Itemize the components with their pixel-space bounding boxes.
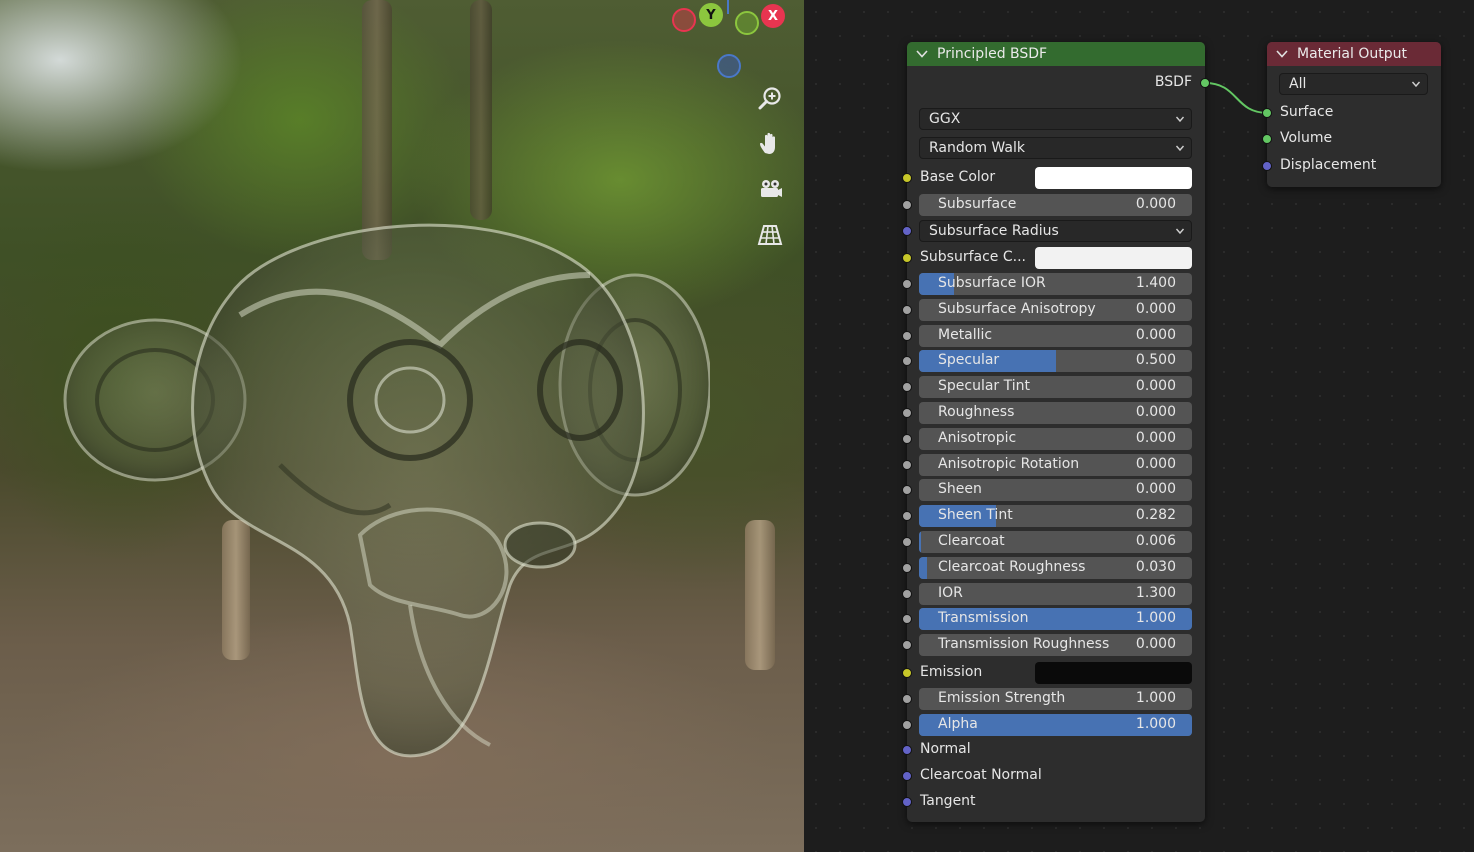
subsurface-anisotropy-socket[interactable]: [902, 305, 912, 315]
sheen-socket[interactable]: [902, 485, 912, 495]
background-wooden-post: [745, 520, 775, 670]
emission-strength-field[interactable]: Emission Strength 1.000: [919, 688, 1192, 710]
clearcoat-normal-label: Clearcoat Normal: [920, 767, 1042, 783]
principled-bsdf-header[interactable]: Principled BSDF: [907, 42, 1205, 66]
shader-node-editor[interactable]: Principled BSDF BSDF GGX Random Walk Bas…: [804, 0, 1474, 852]
gizmo-x-axis[interactable]: X: [761, 4, 785, 28]
tangent-label: Tangent: [920, 793, 976, 809]
metallic-field[interactable]: Metallic 0.000: [919, 325, 1192, 347]
subsurface-color-label: Subsurface C...: [920, 249, 1026, 265]
camera-icon: [761, 180, 782, 197]
displacement-input-label: Displacement: [1280, 157, 1377, 173]
pan-button[interactable]: [750, 124, 790, 164]
gizmo-z-axis-line: [727, 0, 729, 14]
base-color-label: Base Color: [920, 169, 996, 185]
emission-strength-socket[interactable]: [902, 694, 912, 704]
surface-input-socket[interactable]: [1262, 108, 1272, 118]
anisotropic-socket[interactable]: [902, 434, 912, 444]
subsurface-radius-socket[interactable]: [902, 226, 912, 236]
alpha-field[interactable]: Alpha 1.000: [919, 714, 1192, 736]
subsurface-ior-socket[interactable]: [902, 279, 912, 289]
specular-tint-field[interactable]: Specular Tint 0.000: [919, 376, 1192, 398]
output-target-dropdown[interactable]: All: [1279, 73, 1428, 95]
subsurface-method-dropdown[interactable]: Random Walk: [919, 137, 1192, 159]
alpha-socket[interactable]: [902, 720, 912, 730]
normal-label: Normal: [920, 741, 971, 757]
base-color-swatch[interactable]: [1035, 167, 1192, 189]
gizmo-neg-x-axis[interactable]: [672, 8, 696, 32]
sheen-tint-field[interactable]: Sheen Tint 0.282: [919, 505, 1192, 527]
subsurface-ior-field[interactable]: Subsurface IOR 1.400: [919, 273, 1192, 295]
bsdf-output-label: BSDF: [1154, 74, 1192, 90]
transmission-socket[interactable]: [902, 614, 912, 624]
sheen-tint-socket[interactable]: [902, 511, 912, 521]
subsurface-color-socket[interactable]: [902, 253, 912, 263]
gizmo-neg-y-axis[interactable]: [735, 11, 759, 35]
3d-viewport[interactable]: Y X: [0, 0, 804, 852]
background-tree-trunk: [470, 0, 492, 220]
displacement-input-socket[interactable]: [1262, 161, 1272, 171]
specular-field[interactable]: Specular 0.500: [919, 350, 1192, 372]
base-color-socket[interactable]: [902, 173, 912, 183]
surface-input-label: Surface: [1280, 104, 1334, 120]
clearcoat-field[interactable]: Clearcoat 0.006: [919, 531, 1192, 553]
subsurface-socket[interactable]: [902, 200, 912, 210]
roughness-field[interactable]: Roughness 0.000: [919, 402, 1192, 424]
transmission-roughness-socket[interactable]: [902, 640, 912, 650]
clearcoat-normal-socket[interactable]: [902, 771, 912, 781]
gizmo-y-axis[interactable]: Y: [699, 3, 723, 27]
distribution-dropdown[interactable]: GGX: [919, 108, 1192, 130]
anisotropic-field[interactable]: Anisotropic 0.000: [919, 428, 1192, 450]
emission-color-swatch[interactable]: [1035, 662, 1192, 684]
tangent-socket[interactable]: [902, 797, 912, 807]
pan-hand-icon: [760, 132, 775, 154]
node-title: Material Output: [1297, 46, 1407, 62]
specular-tint-socket[interactable]: [902, 382, 912, 392]
bsdf-output-socket[interactable]: [1200, 78, 1210, 88]
camera-view-button[interactable]: [750, 170, 790, 210]
perspective-grid-icon: [757, 225, 783, 245]
transmission-field[interactable]: Transmission 1.000: [919, 608, 1192, 630]
specular-socket[interactable]: [902, 356, 912, 366]
clearcoat-roughness-field[interactable]: Clearcoat Roughness 0.030: [919, 557, 1192, 579]
material-output-node[interactable]: Material Output All Surface Volume Displ…: [1262, 42, 1441, 187]
glass-monkey-mesh[interactable]: [60, 205, 710, 765]
chevron-down-icon: [1175, 145, 1185, 152]
chevron-down-icon: [1175, 228, 1185, 235]
clearcoat-socket[interactable]: [902, 537, 912, 547]
ior-field[interactable]: IOR 1.300: [919, 583, 1192, 605]
transmission-roughness-field[interactable]: Transmission Roughness 0.000: [919, 634, 1192, 656]
chevron-down-icon: [1175, 116, 1185, 123]
chevron-down-icon[interactable]: [915, 47, 929, 61]
metallic-socket[interactable]: [902, 331, 912, 341]
subsurface-radius-dropdown[interactable]: Subsurface Radius: [919, 220, 1192, 242]
chevron-down-icon: [1411, 81, 1421, 88]
subsurface-anisotropy-field[interactable]: Subsurface Anisotropy 0.000: [919, 299, 1192, 321]
roughness-socket[interactable]: [902, 408, 912, 418]
zoom-button[interactable]: [750, 79, 790, 119]
emission-label: Emission: [920, 664, 983, 680]
zoom-icon: [758, 87, 781, 110]
normal-socket[interactable]: [902, 745, 912, 755]
ior-socket[interactable]: [902, 589, 912, 599]
volume-input-label: Volume: [1280, 130, 1333, 146]
perspective-toggle-button[interactable]: [750, 215, 790, 255]
clearcoat-roughness-socket[interactable]: [902, 563, 912, 573]
anisotropic-rotation-socket[interactable]: [902, 460, 912, 470]
gizmo-neg-z-axis[interactable]: [717, 54, 741, 78]
node-title: Principled BSDF: [937, 46, 1048, 62]
material-output-header[interactable]: Material Output: [1267, 42, 1441, 66]
emission-socket[interactable]: [902, 668, 912, 678]
volume-input-socket[interactable]: [1262, 134, 1272, 144]
principled-bsdf-node[interactable]: Principled BSDF BSDF GGX Random Walk Bas…: [902, 42, 1210, 822]
anisotropic-rotation-field[interactable]: Anisotropic Rotation 0.000: [919, 454, 1192, 476]
sheen-field[interactable]: Sheen 0.000: [919, 479, 1192, 501]
chevron-down-icon[interactable]: [1275, 47, 1289, 61]
subsurface-color-swatch[interactable]: [1035, 247, 1192, 269]
subsurface-field[interactable]: Subsurface 0.000: [919, 194, 1192, 216]
